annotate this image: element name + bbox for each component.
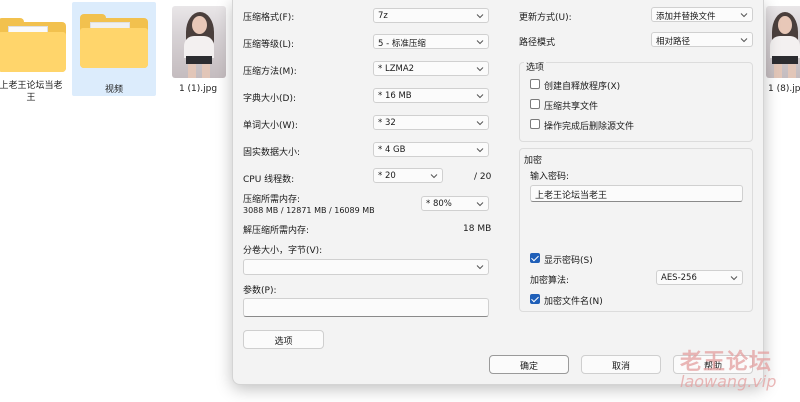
decompress-memory-value: 18 MB bbox=[463, 224, 492, 234]
dictionary-value: * 16 MB bbox=[378, 91, 412, 101]
delete-after-checkbox[interactable] bbox=[530, 119, 540, 129]
dictionary-select[interactable]: * 16 MB bbox=[373, 88, 489, 103]
cpu-threads-value: * 20 bbox=[378, 171, 396, 181]
cpu-threads-select[interactable]: * 20 bbox=[373, 168, 443, 183]
word-size-label: 单词大小(W): bbox=[243, 121, 298, 131]
file-name: 上老王论坛当老王 bbox=[0, 81, 63, 103]
encrypt-filenames-label: 加密文件名(N) bbox=[544, 297, 603, 307]
image-thumbnail bbox=[766, 6, 800, 78]
decompress-memory-label: 解压缩所需内存: bbox=[243, 226, 310, 236]
split-volume-label: 分卷大小，字节(V): bbox=[243, 246, 323, 256]
shared-files-checkbox[interactable] bbox=[530, 99, 540, 109]
options-group: 选项 创建自释放程序(X) 压缩共享文件 操作完成后删除源文件 bbox=[519, 60, 753, 142]
memory-usage-value: * 80% bbox=[426, 199, 452, 209]
site-watermark-url: laowang.vip bbox=[680, 372, 777, 391]
parameters-label: 参数(P): bbox=[243, 286, 277, 296]
split-volume-select[interactable] bbox=[243, 259, 489, 275]
path-mode-select[interactable]: 相对路径 bbox=[651, 32, 753, 47]
encryption-method-select[interactable]: AES-256 bbox=[656, 270, 743, 285]
chevron-down-icon bbox=[475, 199, 485, 209]
file-name: 视频 bbox=[104, 85, 123, 95]
cpu-threads-label: CPU 线程数: bbox=[243, 175, 295, 185]
sfx-checkbox-label: 创建自释放程序(X) bbox=[544, 82, 621, 92]
encryption-method-label: 加密算法: bbox=[530, 276, 570, 286]
file-name: 1 (8).jpg bbox=[768, 84, 800, 94]
ok-button[interactable]: 确定 bbox=[489, 355, 569, 374]
chevron-down-icon bbox=[475, 11, 485, 21]
path-mode-label: 路径模式 bbox=[519, 38, 556, 48]
update-mode-value: 添加并替换文件 bbox=[656, 12, 716, 22]
image-file-item[interactable]: 1 (1).jpg bbox=[160, 4, 236, 100]
chevron-down-icon bbox=[475, 262, 485, 272]
options-group-title: 选项 bbox=[524, 60, 547, 73]
chevron-down-icon bbox=[739, 35, 749, 45]
add-to-archive-dialog: 压缩格式(F): 7z 压缩等级(L): 5 - 标准压缩 压缩方法(M): *… bbox=[232, 0, 764, 385]
update-mode-select[interactable]: 添加并替换文件 bbox=[651, 7, 753, 22]
path-mode-value: 相对路径 bbox=[656, 37, 691, 47]
method-label: 压缩方法(M): bbox=[243, 67, 297, 77]
word-size-value: * 32 bbox=[378, 118, 396, 128]
solid-block-value: * 4 GB bbox=[378, 145, 406, 155]
image-file-item[interactable]: 1 (8).jpg bbox=[760, 4, 800, 100]
image-thumbnail bbox=[172, 6, 226, 78]
chevron-down-icon bbox=[475, 145, 485, 155]
dictionary-label: 字典大小(D): bbox=[243, 94, 296, 104]
solid-block-select[interactable]: * 4 GB bbox=[373, 142, 489, 157]
level-label: 压缩等级(L): bbox=[243, 40, 295, 50]
cpu-threads-total: / 20 bbox=[474, 172, 492, 182]
encryption-group: 加密 输入密码: 上老王论坛当老王 显示密码(S) 加密算法: AES-256 … bbox=[519, 148, 753, 312]
encrypt-filenames-checkbox[interactable] bbox=[530, 294, 540, 304]
sfx-checkbox[interactable] bbox=[530, 79, 540, 89]
folder-icon bbox=[0, 18, 66, 74]
chevron-down-icon bbox=[475, 37, 485, 47]
chevron-down-icon bbox=[429, 171, 439, 181]
show-password-label: 显示密码(S) bbox=[544, 256, 593, 266]
chevron-down-icon bbox=[475, 118, 485, 128]
password-input[interactable]: 上老王论坛当老王 bbox=[530, 185, 743, 202]
folder-icon bbox=[80, 14, 148, 70]
options-button[interactable]: 选项 bbox=[243, 330, 324, 349]
chevron-down-icon bbox=[475, 64, 485, 74]
level-select[interactable]: 5 - 标准压缩 bbox=[373, 34, 489, 49]
compress-memory-label: 压缩所需内存: bbox=[243, 195, 301, 205]
chevron-down-icon bbox=[729, 273, 739, 283]
parameters-input[interactable] bbox=[243, 298, 489, 317]
shared-files-checkbox-label: 压缩共享文件 bbox=[544, 102, 599, 112]
chevron-down-icon bbox=[475, 91, 485, 101]
update-mode-label: 更新方式(U): bbox=[519, 13, 572, 23]
file-name: 1 (1).jpg bbox=[178, 84, 218, 94]
method-select[interactable]: * LZMA2 bbox=[373, 61, 489, 76]
show-password-checkbox[interactable] bbox=[530, 253, 540, 263]
memory-usage-select[interactable]: * 80% bbox=[421, 196, 489, 211]
folder-item[interactable]: 视频 bbox=[72, 2, 156, 96]
cancel-button[interactable]: 取消 bbox=[581, 355, 661, 374]
encryption-group-title: 加密 bbox=[524, 156, 543, 166]
delete-after-checkbox-label: 操作完成后删除源文件 bbox=[544, 122, 635, 132]
solid-block-label: 固实数据大小: bbox=[243, 148, 301, 158]
password-label: 输入密码: bbox=[530, 172, 570, 182]
chevron-down-icon bbox=[739, 10, 749, 20]
compress-memory-detail: 3088 MB / 12871 MB / 16089 MB bbox=[243, 206, 375, 215]
format-value: 7z bbox=[378, 11, 388, 21]
encryption-method-value: AES-256 bbox=[661, 273, 697, 283]
folder-item[interactable]: 上老王论坛当老王 bbox=[0, 8, 72, 108]
format-label: 压缩格式(F): bbox=[243, 13, 295, 23]
format-select[interactable]: 7z bbox=[373, 8, 489, 23]
method-value: * LZMA2 bbox=[378, 64, 415, 74]
word-size-select[interactable]: * 32 bbox=[373, 115, 489, 130]
level-value: 5 - 标准压缩 bbox=[378, 39, 426, 49]
